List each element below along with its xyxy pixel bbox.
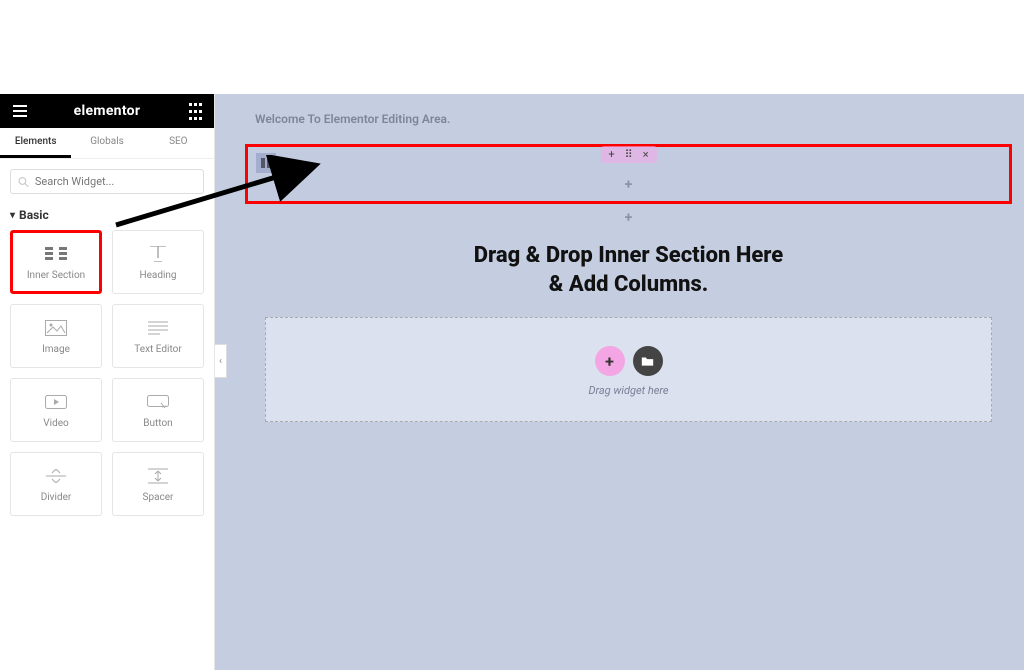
inner-section-icon bbox=[44, 244, 68, 264]
folder-icon bbox=[641, 355, 654, 368]
sidebar-header: elementor bbox=[0, 94, 214, 128]
section-placeholder[interactable]: + ⠿ × + bbox=[245, 144, 1012, 204]
widget-grid: Inner Section Heading Image Text Editor bbox=[0, 226, 214, 520]
section-controls: + ⠿ × bbox=[600, 146, 656, 163]
widget-label: Divider bbox=[41, 492, 72, 503]
search-input[interactable] bbox=[35, 175, 196, 188]
tab-globals[interactable]: Globals bbox=[71, 128, 142, 158]
category-label: Basic bbox=[19, 208, 49, 222]
add-section-plus[interactable]: + bbox=[245, 210, 1012, 226]
video-icon bbox=[44, 392, 68, 412]
dropzone-hint: Drag widget here bbox=[266, 384, 991, 397]
widget-image[interactable]: Image bbox=[10, 304, 102, 368]
annotation-text: Drag & Drop Inner Section Here & Add Col… bbox=[245, 242, 1012, 299]
section-add-icon[interactable]: + bbox=[608, 148, 614, 161]
sidebar: elementor Elements Globals SEO ▾ Basic bbox=[0, 94, 215, 670]
widget-label: Spacer bbox=[143, 492, 174, 503]
widget-text-editor[interactable]: Text Editor bbox=[112, 304, 204, 368]
widget-heading[interactable]: Heading bbox=[112, 230, 204, 294]
drop-zone[interactable]: + Drag widget here bbox=[265, 317, 992, 422]
widget-label: Video bbox=[43, 418, 68, 429]
text-editor-icon bbox=[146, 318, 170, 338]
search-box[interactable] bbox=[10, 169, 204, 194]
column-handle-icon[interactable] bbox=[256, 153, 276, 173]
widget-video[interactable]: Video bbox=[10, 378, 102, 442]
tab-seo[interactable]: SEO bbox=[143, 128, 214, 158]
brand-label: elementor bbox=[32, 103, 182, 119]
category-basic[interactable]: ▾ Basic bbox=[0, 200, 214, 226]
search-icon bbox=[18, 176, 29, 188]
widget-inner-section[interactable]: Inner Section bbox=[10, 230, 102, 294]
widget-divider[interactable]: Divider bbox=[10, 452, 102, 516]
widget-label: Button bbox=[143, 418, 172, 429]
button-icon bbox=[146, 392, 170, 412]
menu-icon[interactable] bbox=[8, 99, 32, 123]
sidebar-collapse-toggle[interactable]: ‹ bbox=[215, 344, 227, 378]
widget-spacer[interactable]: Spacer bbox=[112, 452, 204, 516]
section-close-icon[interactable]: × bbox=[643, 148, 649, 161]
widget-label: Image bbox=[42, 344, 70, 355]
widget-label: Heading bbox=[139, 270, 176, 281]
add-widget-plus[interactable]: + bbox=[256, 177, 1001, 193]
caret-down-icon: ▾ bbox=[10, 210, 15, 221]
sidebar-tabs: Elements Globals SEO bbox=[0, 128, 214, 159]
widget-label: Text Editor bbox=[134, 344, 181, 355]
widget-button[interactable]: Button bbox=[112, 378, 204, 442]
tab-elements[interactable]: Elements bbox=[0, 128, 71, 158]
add-section-button[interactable]: + bbox=[595, 346, 625, 376]
canvas-intro: Welcome To Elementor Editing Area. bbox=[255, 112, 1012, 126]
heading-icon bbox=[146, 244, 170, 264]
canvas: ‹ Welcome To Elementor Editing Area. + ⠿… bbox=[215, 94, 1024, 670]
section-drag-handle-icon[interactable]: ⠿ bbox=[625, 148, 633, 161]
widget-label: Inner Section bbox=[27, 270, 85, 281]
search-area bbox=[0, 159, 214, 200]
divider-icon bbox=[44, 466, 68, 486]
apps-grid-icon[interactable] bbox=[182, 99, 206, 123]
spacer-icon bbox=[146, 466, 170, 486]
template-library-button[interactable] bbox=[633, 346, 663, 376]
image-icon bbox=[44, 318, 68, 338]
